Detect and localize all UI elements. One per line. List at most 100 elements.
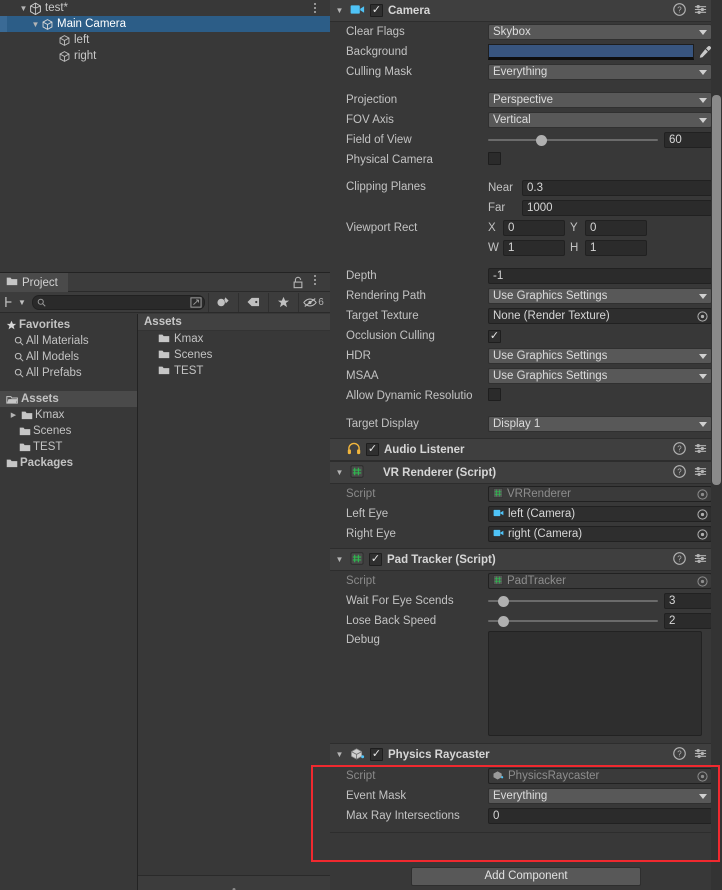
left-eye-object-field[interactable]: left (Camera) (488, 506, 712, 522)
tab-project[interactable]: Project (0, 273, 68, 292)
hierarchy-scene-row[interactable]: ▼ test* (0, 0, 330, 16)
add-component-button[interactable]: Add Component (411, 866, 641, 886)
help-icon[interactable]: ? (673, 747, 686, 760)
slider-knob[interactable] (498, 596, 510, 607)
wait-for-eye-scends-slider[interactable] (488, 594, 658, 608)
component-header-pad-tracker[interactable]: ▼ Pad Tracker (Script) ? (330, 549, 722, 571)
preset-icon[interactable] (694, 747, 707, 760)
far-input[interactable]: 1000 (522, 200, 712, 216)
background-color-swatch[interactable] (488, 44, 694, 60)
tree-item-kmax[interactable]: ▶ Kmax (0, 407, 137, 423)
help-icon[interactable]: ? (673, 3, 686, 16)
camera-enabled-checkbox[interactable] (370, 4, 383, 17)
msaa-dropdown[interactable]: Use Graphics Settings (488, 368, 712, 384)
filter-by-label-button[interactable] (238, 292, 268, 312)
hierarchy-item-right[interactable]: right (0, 48, 330, 64)
tree-item-packages[interactable]: Packages (0, 455, 137, 471)
help-icon[interactable]: ? (673, 465, 686, 478)
filter-by-type-button[interactable] (208, 292, 238, 312)
slider-knob[interactable] (535, 135, 547, 146)
physics-raycaster-enabled-checkbox[interactable] (370, 748, 383, 761)
right-eye-object-field[interactable]: right (Camera) (488, 526, 712, 542)
occlusion-culling-checkbox[interactable] (488, 329, 501, 343)
component-header-physics-raycaster[interactable]: ▼ Physics Raycaster ? (330, 744, 722, 766)
slider-knob[interactable] (498, 616, 510, 627)
chevron-down-icon[interactable]: ▼ (30, 20, 41, 29)
vr-script-object-field[interactable]: VRRenderer (488, 486, 712, 502)
chevron-right-icon[interactable]: ▶ (8, 411, 19, 419)
object-picker-icon[interactable] (697, 509, 708, 520)
projection-dropdown[interactable]: Perspective (488, 92, 712, 108)
viewport-x-input[interactable]: 0 (503, 220, 565, 236)
lose-back-speed-input[interactable]: 2 (664, 613, 712, 629)
preset-icon[interactable] (694, 3, 707, 16)
tree-item-assets[interactable]: Assets (0, 391, 137, 407)
pad-script-object-field[interactable]: PadTracker (488, 573, 712, 589)
list-item[interactable]: Scenes (138, 347, 330, 363)
field-of-view-slider[interactable] (488, 133, 658, 147)
chevron-down-icon[interactable]: ▼ (334, 6, 345, 15)
inspector-scrollbar-thumb[interactable] (712, 95, 721, 485)
raycaster-script-object-field[interactable]: PhysicsRaycaster (488, 768, 712, 784)
chevron-down-icon[interactable]: ▼ (334, 468, 345, 477)
debug-textarea[interactable] (488, 631, 702, 736)
filter-favorites-button[interactable] (268, 292, 298, 312)
pad-tracker-enabled-checkbox[interactable] (369, 553, 382, 566)
near-input[interactable]: 0.3 (522, 180, 712, 196)
clear-flags-dropdown[interactable]: Skybox (488, 24, 712, 40)
viewport-w-input[interactable]: 1 (503, 240, 565, 256)
preset-icon[interactable] (694, 442, 707, 455)
list-item[interactable]: Kmax (138, 331, 330, 347)
object-picker-icon[interactable] (697, 311, 708, 322)
chevron-down-icon[interactable]: ▼ (18, 298, 26, 307)
hierarchy-item-main-camera[interactable]: ▼ Main Camera (0, 16, 330, 32)
preset-icon[interactable] (694, 465, 707, 478)
component-header-audio-listener[interactable]: Audio Listener ? (330, 439, 722, 461)
viewport-y-input[interactable]: 0 (585, 220, 647, 236)
hidden-packages-button[interactable]: 6 (298, 292, 328, 312)
object-picker-icon[interactable] (697, 771, 708, 782)
component-header-camera[interactable]: ▼ Camera ? (330, 0, 722, 22)
target-texture-object-field[interactable]: None (Render Texture) (488, 308, 712, 324)
object-picker-icon[interactable] (697, 489, 708, 500)
preset-icon[interactable] (694, 552, 707, 565)
list-item[interactable]: TEST (138, 363, 330, 379)
chevron-down-icon[interactable]: ▼ (334, 750, 345, 759)
object-picker-icon[interactable] (697, 529, 708, 540)
field-of-view-input[interactable]: 60 (664, 132, 712, 148)
event-mask-dropdown[interactable]: Everything (488, 788, 712, 804)
create-asset-button[interactable]: ▼ (2, 294, 29, 311)
tree-item-favorites[interactable]: Favorites (0, 317, 137, 333)
resize-grip[interactable] (221, 882, 247, 890)
help-icon[interactable]: ? (673, 442, 686, 455)
save-search-icon[interactable] (190, 296, 202, 308)
culling-mask-dropdown[interactable]: Everything (488, 64, 712, 80)
component-header-vr-renderer[interactable]: ▼ VR Renderer (Script) ? (330, 462, 722, 484)
eyedropper-icon[interactable] (698, 45, 712, 59)
tree-item-all-materials[interactable]: All Materials (0, 333, 137, 349)
hdr-dropdown[interactable]: Use Graphics Settings (488, 348, 712, 364)
hierarchy-item-left[interactable]: left (0, 32, 330, 48)
tree-item-scenes[interactable]: Scenes (0, 423, 137, 439)
viewport-h-input[interactable]: 1 (585, 240, 647, 256)
tree-item-all-prefabs[interactable]: All Prefabs (0, 365, 137, 381)
chevron-down-icon[interactable]: ▼ (18, 4, 29, 13)
allow-dynamic-resolution-checkbox[interactable] (488, 388, 501, 401)
chevron-down-icon[interactable]: ▼ (334, 555, 345, 564)
project-kebab-icon[interactable] (308, 275, 322, 291)
search-input[interactable] (31, 294, 205, 310)
lose-back-speed-slider[interactable] (488, 614, 658, 628)
physical-camera-checkbox[interactable] (488, 152, 501, 165)
lock-icon[interactable] (292, 276, 304, 289)
project-zoom-bar[interactable] (138, 876, 330, 890)
wait-for-eye-scends-input[interactable]: 3 (664, 593, 712, 609)
target-display-dropdown[interactable]: Display 1 (488, 416, 712, 432)
fov-axis-dropdown[interactable]: Vertical (488, 112, 712, 128)
help-icon[interactable]: ? (673, 552, 686, 565)
depth-input[interactable]: -1 (488, 268, 712, 284)
object-picker-icon[interactable] (697, 576, 708, 587)
tree-item-all-models[interactable]: All Models (0, 349, 137, 365)
rendering-path-dropdown[interactable]: Use Graphics Settings (488, 288, 712, 304)
audio-listener-enabled-checkbox[interactable] (366, 443, 379, 456)
max-ray-intersections-input[interactable]: 0 (488, 808, 712, 824)
